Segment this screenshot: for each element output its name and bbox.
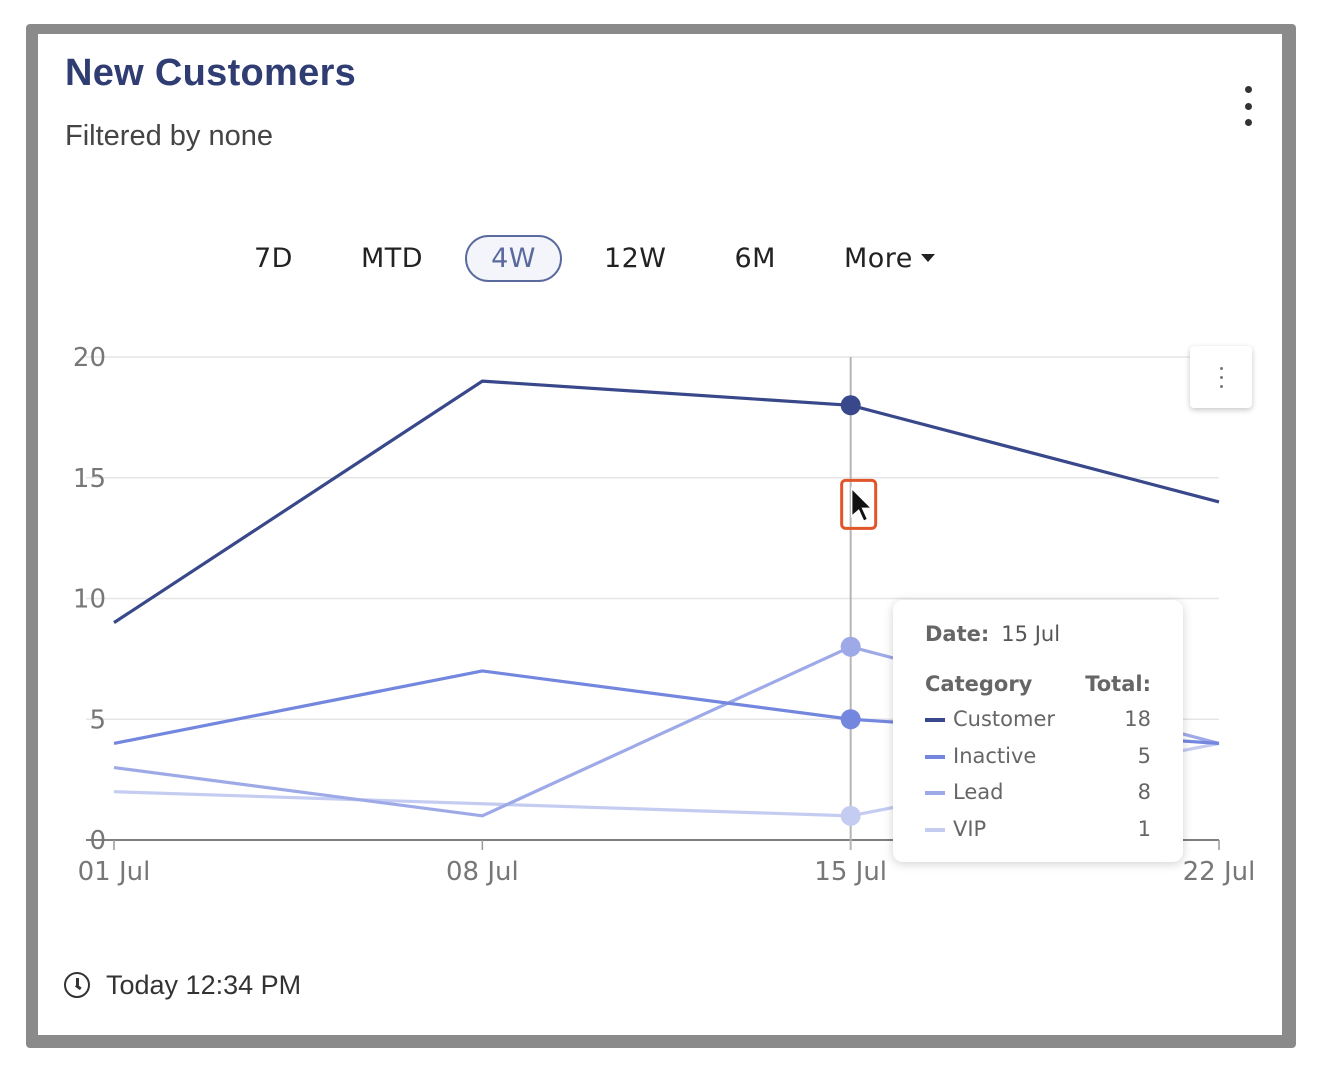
tooltip-total-header: Total:	[1085, 672, 1151, 696]
chart-tooltip: Date: 15 Jul Category Total: Customer 18 …	[893, 600, 1183, 862]
y-tick-label: 20	[73, 343, 106, 373]
x-tick-label: 08 Jul	[446, 857, 519, 887]
clock-icon	[64, 972, 90, 998]
tooltip-header: Category Total:	[925, 672, 1151, 696]
legend-swatch-vip	[925, 828, 945, 832]
new-customers-widget: New Customers Filtered by none 7D MTD 4W…	[38, 34, 1282, 1035]
tooltip-row-label: Inactive	[953, 744, 1037, 768]
last-updated: Today 12:34 PM	[64, 968, 301, 1002]
last-updated-text: Today 12:34 PM	[106, 969, 302, 1000]
y-tick-label: 10	[73, 585, 106, 615]
legend-swatch-inactive	[925, 755, 945, 759]
tooltip-row-value: 8	[1137, 780, 1151, 804]
tooltip-category-header: Category	[925, 672, 1033, 696]
tooltip-row-vip: VIP 1	[925, 817, 1151, 843]
tooltip-row-label: Customer	[953, 707, 1056, 731]
y-tick-label: 0	[89, 826, 106, 856]
tooltip-date-label: Date:	[925, 622, 990, 646]
y-tick-label: 15	[73, 464, 106, 494]
tooltip-row-inactive: Inactive 5	[925, 744, 1151, 770]
x-tick-label: 01 Jul	[78, 857, 151, 887]
y-tick-label: 5	[89, 705, 106, 735]
tooltip-row-label: Lead	[953, 780, 1004, 804]
tooltip-row-value: 1	[1137, 817, 1151, 841]
highlight-point-customer	[840, 395, 861, 416]
highlight-point-inactive	[840, 709, 861, 730]
tooltip-row-value: 18	[1124, 707, 1151, 731]
series-line-customer	[113, 379, 1220, 624]
tooltip-row-customer: Customer 18	[925, 707, 1151, 733]
mouse-cursor-icon	[850, 486, 874, 523]
tooltip-row-lead: Lead 8	[925, 780, 1151, 806]
tooltip-date-value: 15 Jul	[1001, 622, 1061, 646]
highlight-point-vip	[840, 805, 861, 826]
tooltip-row-label: VIP	[953, 817, 987, 841]
x-tick-label: 22 Jul	[1183, 857, 1256, 887]
chart-menu-icon[interactable]	[1190, 346, 1252, 408]
legend-swatch-lead	[925, 791, 945, 795]
tooltip-date: Date: 15 Jul	[925, 622, 1060, 646]
x-tick-label: 15 Jul	[814, 857, 887, 887]
legend-swatch-customer	[925, 718, 945, 722]
highlight-point-lead	[840, 636, 861, 657]
tooltip-row-value: 5	[1137, 744, 1151, 768]
